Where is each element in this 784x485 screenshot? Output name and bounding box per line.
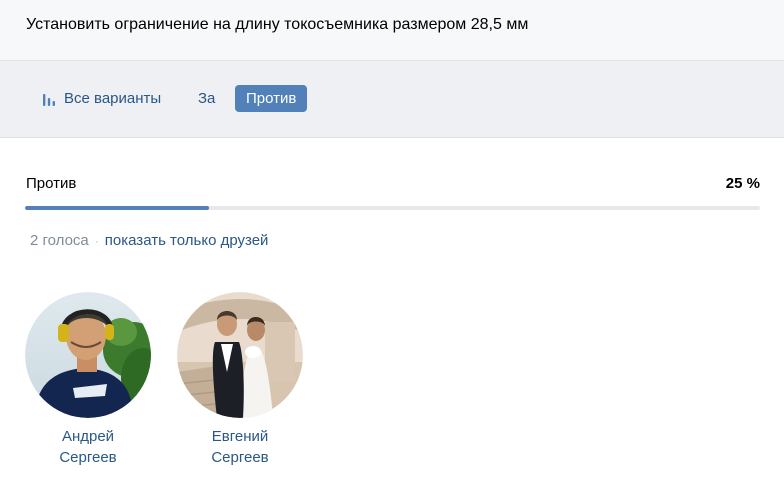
option-label: Против: [26, 175, 77, 192]
tab-against[interactable]: Против: [235, 85, 308, 112]
avatar[interactable]: [25, 292, 151, 418]
voter-name[interactable]: Евгений Сергеев: [177, 426, 303, 468]
poll-title: Установить ограничение на длину токосъем…: [26, 16, 529, 33]
poll-header: Установить ограничение на длину токосъем…: [0, 0, 784, 61]
result-bar-track: [25, 206, 760, 210]
voter-name[interactable]: Андрей Сергеев: [25, 426, 151, 468]
tab-all-options-label: Все варианты: [64, 90, 162, 107]
bar-chart-icon: [42, 92, 56, 106]
tab-for[interactable]: За: [198, 85, 215, 112]
option-percent: 25 %: [725, 175, 760, 192]
votes-count: 2 голоса: [30, 232, 89, 249]
show-friends-link[interactable]: показать только друзей: [105, 232, 269, 249]
avatar[interactable]: [177, 292, 303, 418]
voter-last-name: Сергеев: [59, 449, 117, 466]
poll-tabs: Все варианты За Против: [0, 61, 784, 138]
voter-first-name: Евгений: [211, 428, 269, 445]
tab-all-options[interactable]: Все варианты: [42, 85, 161, 112]
voter-card[interactable]: Евгений Сергеев: [177, 292, 303, 468]
result-bar-fill: [25, 206, 209, 210]
votes-row: 2 голоса · показать только друзей: [30, 232, 268, 249]
voter-first-name: Андрей: [61, 428, 115, 445]
votes-separator: ·: [94, 233, 99, 248]
voter-last-name: Сергеев: [211, 449, 269, 466]
voter-card[interactable]: Андрей Сергеев: [25, 292, 151, 468]
